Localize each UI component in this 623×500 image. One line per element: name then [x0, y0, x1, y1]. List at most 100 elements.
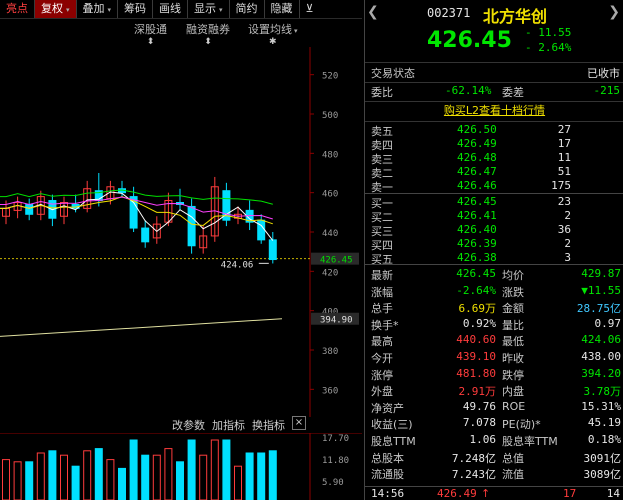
ma-long-line — [0, 318, 283, 337]
book-price: 426.46 — [457, 179, 497, 192]
stat-value: 3.78万 — [583, 385, 622, 399]
ma-tag: 394.90 — [320, 316, 353, 326]
stats-row: 最高 440.60 最低 424.06 — [365, 333, 623, 349]
stats-row: 股息TTM 1.06 股息率TTM 0.18% — [365, 433, 623, 449]
tick-count: 14 — [606, 487, 620, 500]
stat-value: 440.60 — [456, 333, 496, 347]
stats-row: 流通股 7.243亿 流值 3089亿 — [365, 466, 623, 482]
stat-value: 429.87 — [581, 267, 621, 280]
stat-value: 15.31% — [581, 399, 621, 413]
candle-body — [187, 205, 196, 247]
tick-row: 14:56 426.49 ↑ 17 14 — [365, 487, 623, 500]
volume-bar — [222, 439, 231, 500]
volume-bar — [60, 454, 68, 500]
stat-label: 总值 — [502, 451, 524, 465]
volume-bar — [257, 452, 266, 500]
toolbar-button-7[interactable]: 隐藏 — [265, 0, 300, 18]
toolbar-button-label: 隐藏 — [270, 2, 293, 15]
price-tick-label: 380 — [322, 347, 338, 357]
stat-label: 外盘 — [371, 385, 393, 399]
add-indicator-button[interactable]: 加指标 — [212, 417, 245, 433]
candlestick-chart[interactable]: 520500480460440420400380360426.45394.904… — [0, 47, 362, 417]
toolbar-button-2[interactable]: 叠加 ▾ — [77, 0, 119, 18]
chevron-right-icon[interactable]: ❯ — [608, 4, 620, 20]
book-volume: 175 — [551, 179, 571, 192]
price-tick-label: 460 — [322, 190, 338, 200]
book-volume: 51 — [557, 165, 571, 178]
collapse-icon[interactable]: ⊻ — [300, 0, 320, 18]
volume-bar — [268, 450, 277, 500]
rong-zi-rong-quan-button[interactable]: 融资融券 ⬍ — [186, 21, 230, 47]
book-volume: 27 — [557, 123, 571, 136]
chart-toolbar: 亮点 复权 ▾ 叠加 ▾ 筹码 画线 显示 ▾ 简约 隐藏 ⊻ — [0, 0, 362, 19]
stats-row: 涨停 481.80 跌停 394.20 — [365, 367, 623, 383]
stat-label: 涨幅 — [371, 285, 393, 299]
stat-value: 424.06 — [581, 333, 621, 347]
toolbar-button-6[interactable]: 简约 — [230, 0, 265, 18]
stat-label: 流值 — [502, 468, 524, 482]
buy-l2-link[interactable]: 购买L2查看十档行情 — [444, 104, 545, 117]
volume-bar — [187, 439, 196, 500]
toolbar-button-0[interactable]: 亮点 — [0, 0, 35, 18]
stat-label: 股息率TTM — [502, 435, 558, 448]
book-row[interactable]: 卖二 426.47 51 — [365, 165, 623, 180]
shen-gu-tong-label: 深股通 — [134, 23, 167, 36]
indicator-bar: 改参数 加指标 换指标 × — [0, 415, 362, 433]
stat-label: 最新 — [371, 269, 393, 282]
stat-value: 3089亿 — [583, 468, 622, 482]
book-row[interactable]: 买一 426.45 23 — [365, 195, 623, 210]
price-block: 426.45 - 11.55 - 2.64% — [365, 26, 623, 60]
stat-label: 总手 — [371, 302, 393, 316]
book-price: 426.50 — [457, 123, 497, 136]
set-ma-button[interactable]: 设置均线 ▾ ✱ — [248, 21, 298, 47]
toolbar-button-4[interactable]: 画线 — [153, 0, 189, 18]
low-price-annotation: 424.06 — [221, 260, 254, 270]
book-row[interactable]: 卖五 426.50 27 — [365, 123, 623, 138]
volume-bar — [141, 454, 150, 500]
quote-header: ❮ 002371 北方华创 ❯ — [365, 2, 623, 26]
book-row[interactable]: 卖三 426.48 11 — [365, 151, 623, 166]
book-row[interactable]: 买三 426.40 36 — [365, 223, 623, 238]
change-indicator-button[interactable]: 换指标 — [252, 417, 285, 433]
change-params-button[interactable]: 改参数 — [172, 417, 205, 433]
book-price: 426.39 — [457, 237, 497, 250]
toolbar-button-5[interactable]: 显示 ▾ — [188, 0, 230, 18]
candle-body — [25, 203, 34, 215]
price-tick-label: 480 — [322, 150, 338, 160]
toolbar-button-3[interactable]: 筹码 — [118, 0, 154, 18]
book-row[interactable]: 卖一 426.46 175 — [365, 179, 623, 194]
shen-gu-tong-button[interactable]: 深股通 ⬍ — [134, 21, 167, 47]
volume-bar — [83, 450, 92, 500]
toolbar-button-label: 筹码 — [124, 2, 147, 15]
stat-label: 总股本 — [371, 451, 404, 465]
chevron-left-icon[interactable]: ❮ — [367, 4, 379, 20]
book-row[interactable]: 买四 426.39 2 — [365, 237, 623, 252]
toolbar-button-1[interactable]: 复权 ▾ — [35, 0, 77, 18]
book-row[interactable]: 买五 426.38 3 — [365, 251, 623, 266]
stats-row: 总手 6.69万 金额 28.75亿 — [365, 300, 623, 316]
price-tick-label: 440 — [322, 229, 338, 239]
candle-body — [268, 239, 277, 261]
chevron-down-icon: ▾ — [219, 6, 223, 14]
chart-subbar: 深股通 ⬍ 融资融券 ⬍ 设置均线 ▾ ✱ — [0, 19, 362, 47]
stat-label: 流通股 — [371, 468, 404, 482]
book-row[interactable]: 买二 426.41 2 — [365, 209, 623, 224]
volume-bar — [25, 461, 34, 500]
set-ma-label: 设置均线 — [248, 23, 292, 36]
price-tick-label: 360 — [322, 386, 338, 396]
close-icon[interactable]: × — [292, 416, 306, 430]
weibi-value: -62.14% — [445, 84, 492, 97]
toolbar-button-label: 显示 — [194, 2, 217, 15]
stats-row: 总股本 7.248亿 总值 3091亿 — [365, 450, 623, 466]
book-volume: 11 — [557, 151, 571, 164]
book-volume: 36 — [557, 223, 571, 236]
volume-tick-label: 5.90 — [322, 478, 344, 488]
stock-name: 北方华创 — [483, 7, 548, 26]
stat-label: 跌停 — [502, 368, 524, 382]
price-change-pct: - 2.64% — [525, 41, 572, 54]
book-row[interactable]: 卖四 426.49 17 — [365, 137, 623, 152]
weicha-label: 委差 — [502, 86, 524, 99]
pin-icon: ⬍ — [146, 37, 155, 47]
trade-status-row: 交易状态 已收市 — [365, 64, 623, 80]
chevron-down-icon: ▾ — [66, 6, 70, 14]
